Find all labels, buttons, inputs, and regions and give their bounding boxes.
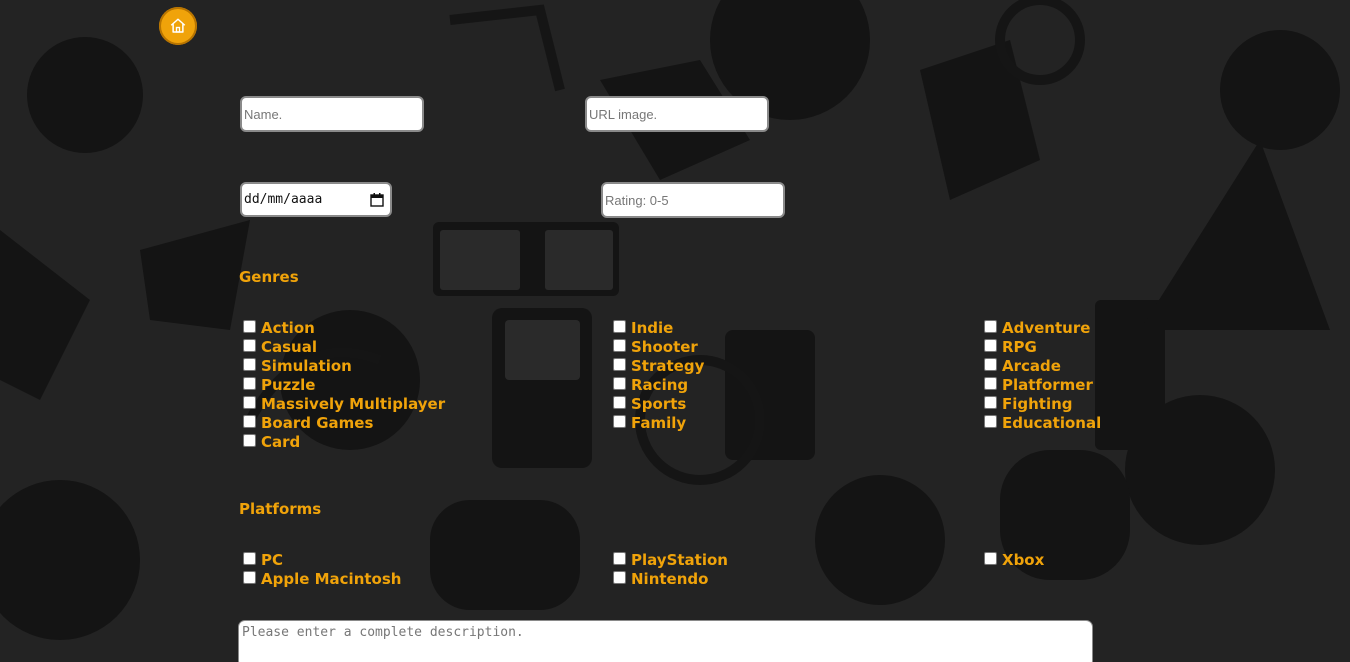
checkbox[interactable]	[613, 571, 626, 584]
checkbox[interactable]	[984, 552, 997, 565]
platforms-column-1: PC Apple Macintosh	[240, 550, 401, 588]
platform-option[interactable]: Xbox	[981, 550, 1044, 569]
platforms-column-3: Xbox	[981, 550, 1044, 569]
genre-option[interactable]: Simulation	[240, 356, 445, 375]
date-value: dd/mm/aaaa	[244, 192, 323, 207]
genres-column-3: Adventure RPG Arcade Platformer Fighting…	[981, 318, 1101, 432]
genre-option[interactable]: Puzzle	[240, 375, 445, 394]
checkbox[interactable]	[243, 320, 256, 333]
checkbox[interactable]	[613, 320, 626, 333]
checkbox[interactable]	[613, 377, 626, 390]
platforms-title: Platforms	[239, 500, 322, 518]
genre-option[interactable]: Racing	[610, 375, 704, 394]
genre-option[interactable]: Massively Multiplayer	[240, 394, 445, 413]
genre-option[interactable]: Fighting	[981, 394, 1101, 413]
genre-option[interactable]: Educational	[981, 413, 1101, 432]
genres-column-2: Indie Shooter Strategy Racing Sports Fam…	[610, 318, 704, 432]
checkbox[interactable]	[243, 377, 256, 390]
genre-option[interactable]: Action	[240, 318, 445, 337]
checkbox[interactable]	[243, 552, 256, 565]
genre-option[interactable]: Card	[240, 432, 445, 451]
url-placeholder: URL image.	[589, 106, 658, 122]
name-placeholder: Name.	[244, 106, 283, 122]
rating-placeholder: Rating: 0-5	[605, 192, 669, 208]
checkbox[interactable]	[984, 377, 997, 390]
genre-option[interactable]: Casual	[240, 337, 445, 356]
checkbox[interactable]	[613, 358, 626, 371]
platform-option[interactable]: Apple Macintosh	[240, 569, 401, 588]
genre-option[interactable]: Arcade	[981, 356, 1101, 375]
genre-option[interactable]: Adventure	[981, 318, 1101, 337]
genre-option[interactable]: Strategy	[610, 356, 704, 375]
url-image-input[interactable]: URL image.	[585, 96, 769, 132]
checkbox[interactable]	[984, 320, 997, 333]
calendar-icon[interactable]	[370, 192, 384, 207]
genres-column-1: Action Casual Simulation Puzzle Massivel…	[240, 318, 445, 451]
checkbox[interactable]	[243, 571, 256, 584]
checkbox[interactable]	[984, 415, 997, 428]
platforms-column-2: PlayStation Nintendo	[610, 550, 728, 588]
genre-option[interactable]: Indie	[610, 318, 704, 337]
genre-option[interactable]: Board Games	[240, 413, 445, 432]
platform-option[interactable]: Nintendo	[610, 569, 728, 588]
description-textarea[interactable]: Please enter a complete description.	[238, 620, 1093, 662]
checkbox[interactable]	[984, 358, 997, 371]
rating-input[interactable]: Rating: 0-5	[601, 182, 785, 218]
checkbox[interactable]	[243, 434, 256, 447]
platform-option[interactable]: PC	[240, 550, 401, 569]
description-placeholder: Please enter a complete description.	[242, 625, 524, 640]
genre-option[interactable]: RPG	[981, 337, 1101, 356]
name-input[interactable]: Name.	[240, 96, 424, 132]
genre-option[interactable]: Sports	[610, 394, 704, 413]
checkbox[interactable]	[613, 339, 626, 352]
home-icon	[170, 18, 186, 33]
release-date-input[interactable]: dd/mm/aaaa	[240, 182, 392, 217]
checkbox[interactable]	[613, 552, 626, 565]
checkbox[interactable]	[243, 358, 256, 371]
checkbox[interactable]	[984, 339, 997, 352]
checkbox[interactable]	[243, 339, 256, 352]
checkbox[interactable]	[243, 415, 256, 428]
home-button[interactable]	[159, 7, 197, 45]
checkbox[interactable]	[243, 396, 256, 409]
genre-option[interactable]: Shooter	[610, 337, 704, 356]
genre-option[interactable]: Platformer	[981, 375, 1101, 394]
platform-option[interactable]: PlayStation	[610, 550, 728, 569]
genres-title: Genres	[239, 268, 299, 286]
checkbox[interactable]	[613, 415, 626, 428]
add-game-page: Name. URL image. dd/mm/aaaa Rating: 0-5 …	[0, 0, 1350, 662]
genre-option[interactable]: Family	[610, 413, 704, 432]
checkbox[interactable]	[984, 396, 997, 409]
checkbox[interactable]	[613, 396, 626, 409]
